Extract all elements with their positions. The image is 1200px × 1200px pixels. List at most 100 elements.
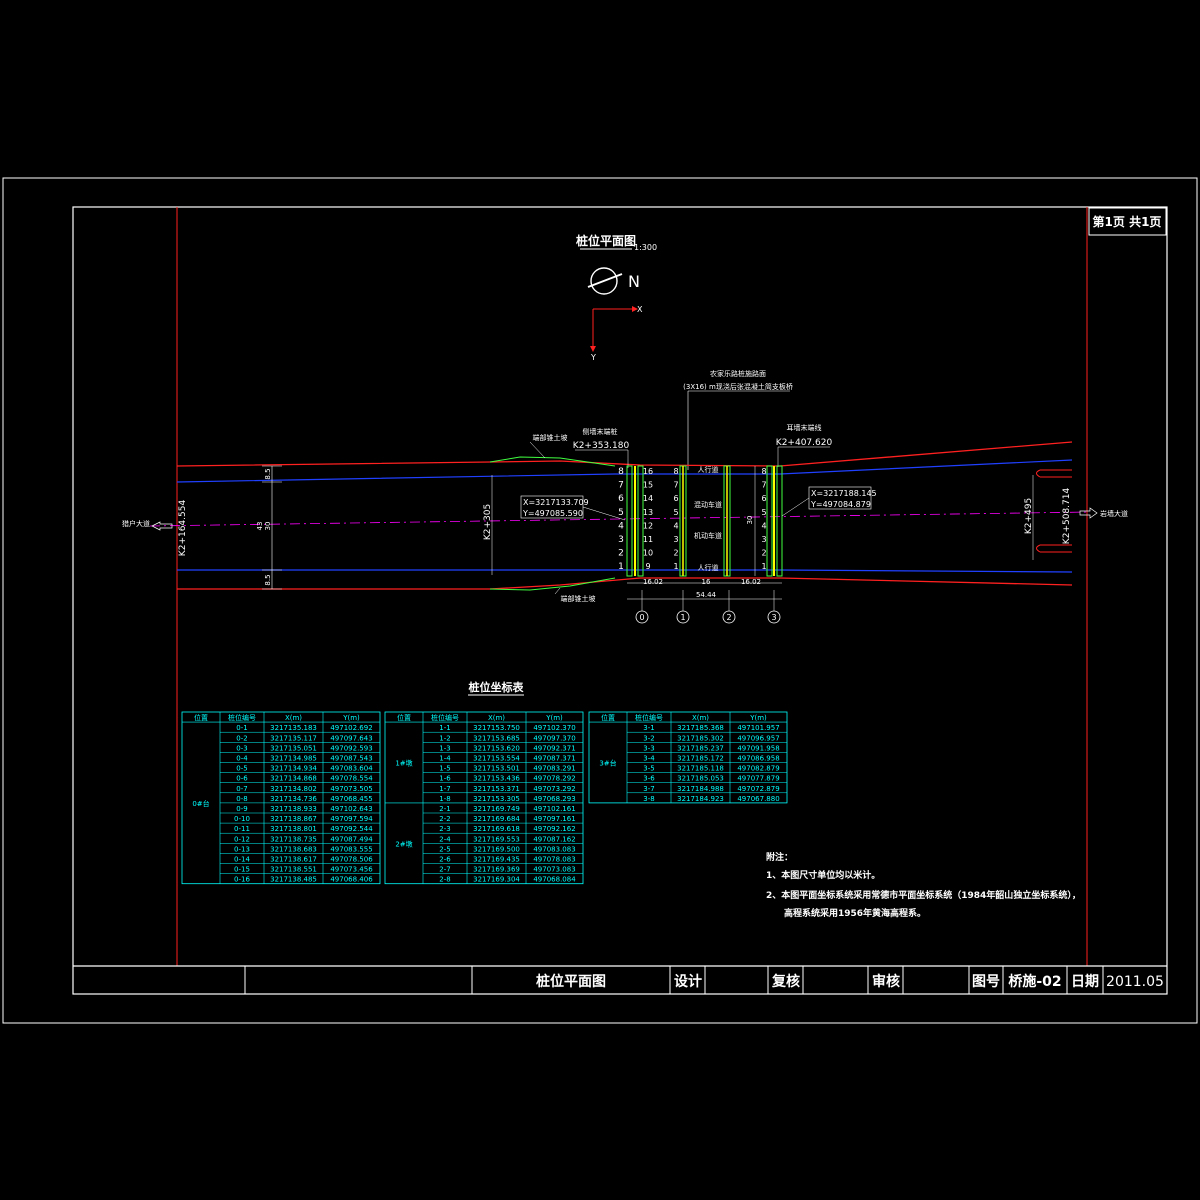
lane-bottom-label: 人行道 <box>698 563 719 572</box>
table-cell: 2-3 <box>439 825 450 833</box>
axis-x-label: X <box>637 305 643 314</box>
table-cell: 0-2 <box>236 734 247 742</box>
table-header: 桩位编号 <box>635 713 663 722</box>
axis-y-label: Y <box>590 353 596 362</box>
pile-number: 13 <box>643 508 653 517</box>
table-cell: 3217153.685 <box>473 734 520 742</box>
table-cell: 497083.555 <box>330 845 372 853</box>
table-cell: 3217138.485 <box>270 876 317 884</box>
table-cell: 0-11 <box>234 825 250 833</box>
pile-number: 1 <box>761 562 766 571</box>
pile-number: 8 <box>761 467 766 476</box>
left-abutment <box>626 465 644 577</box>
table-cell: 0-6 <box>236 775 248 783</box>
left-station: K2+164.554 <box>178 500 188 557</box>
table-cell: 3217185.368 <box>677 724 724 732</box>
left-abutment-station: K2+353.180 <box>573 441 630 451</box>
table-header: 位置 <box>397 713 411 722</box>
coord-right-leader <box>781 497 810 517</box>
pile-number: 12 <box>643 521 653 530</box>
right-dir-arrow-icon <box>1079 507 1098 519</box>
table-cell: 3217138.735 <box>270 835 317 843</box>
pile-number: 4 <box>673 521 678 530</box>
pile-number: 4 <box>618 521 624 531</box>
span-right: 16.02 <box>741 578 761 586</box>
table-cell: 3217169.500 <box>473 845 520 853</box>
dim-left-mid: 30 <box>264 522 272 531</box>
span-left: 16.02 <box>643 578 663 586</box>
table-header: X(m) <box>285 714 302 722</box>
table-cell: 497073.456 <box>330 866 373 874</box>
road-edge-bottom <box>177 577 1073 590</box>
table-cell: 3217153.436 <box>473 775 520 783</box>
table-cell: 497072.879 <box>737 785 779 793</box>
coord-right-x: X=3217188.145 <box>811 489 877 498</box>
pile-number: 8 <box>673 467 678 476</box>
table-header: 位置 <box>601 713 615 722</box>
table-cell: 0-4 <box>236 755 248 763</box>
north-label: N <box>628 272 640 291</box>
table-cell: 497092.371 <box>533 744 575 752</box>
table-group-label: 0#台 <box>192 799 209 808</box>
dim-left-top: 8.5 <box>264 468 272 479</box>
table-cell: 3217169.369 <box>473 866 520 874</box>
table-cell: 497083.291 <box>533 765 575 773</box>
pile-number: 3 <box>618 535 624 545</box>
table-cell: 3-6 <box>643 775 655 783</box>
lane-mid2-label: 机动车道 <box>694 531 722 540</box>
table-cell: 3217184.923 <box>677 795 724 803</box>
tb-review: 复核 <box>771 973 800 990</box>
table-cell: 3217138.933 <box>270 805 317 813</box>
pile-number: 2 <box>761 549 766 558</box>
pile-numbers: 8 7 6 5 4 3 2 1 16 15 14 13 12 11 10 9 8 7 6 5 4 3 2 1 8 7 6 5 4 3 2 1 <box>618 467 766 572</box>
table-cell: 0-15 <box>234 866 250 874</box>
span-total: 54.44 <box>696 591 717 599</box>
dim-left-bottom: 8.5 <box>264 574 272 585</box>
table-cell: 1-6 <box>439 775 451 783</box>
table-cell: 497083.604 <box>330 765 373 773</box>
table-cell: 3217134.802 <box>270 785 317 793</box>
pile-number: 5 <box>618 508 624 518</box>
pile-number: 2 <box>673 549 678 558</box>
table-cell: 497096.957 <box>737 734 779 742</box>
table-cell: 497102.692 <box>330 724 372 732</box>
table-cell: 497067.880 <box>737 795 779 803</box>
table-cell: 497068.084 <box>533 876 576 884</box>
table-cell: 3217134.934 <box>270 765 317 773</box>
left-abutment-label: 侧墙末端桩 <box>583 427 618 436</box>
table-cell: 1-4 <box>439 755 451 763</box>
table-cell: 0-14 <box>234 856 250 864</box>
pile-number: 16 <box>643 467 653 476</box>
table-cell: 3217138.801 <box>270 825 317 833</box>
table-cell: 497102.161 <box>533 805 575 813</box>
table-cell: 3217184.988 <box>677 785 724 793</box>
tb-date: 2011.05 <box>1106 974 1164 990</box>
table-cell: 497101.957 <box>737 724 779 732</box>
notes-line2: 2、本图平面坐标系统采用常德市平面坐标系统（1984年韶山独立坐标系统）， <box>766 889 1081 901</box>
table-cell: 497078.554 <box>330 775 373 783</box>
table-cell: 0-13 <box>234 845 250 853</box>
pier-2 <box>723 465 731 577</box>
table-cell: 497087.543 <box>330 755 372 763</box>
table-cell: 3217138.867 <box>270 815 317 823</box>
table-cell: 497092.544 <box>330 825 373 833</box>
table-cell: 1-3 <box>439 744 450 752</box>
table-cell: 3-2 <box>643 734 654 742</box>
annotation-top-line2: (3X16) m现浇后张混凝土简支板桥 <box>683 382 793 391</box>
table-cell: 0-12 <box>234 835 250 843</box>
slope-leader-bottom <box>554 587 561 595</box>
table-cell: 3217138.617 <box>270 856 317 864</box>
table-cell: 497078.292 <box>533 775 575 783</box>
left-dir-label: 猎户大道 <box>122 519 150 528</box>
table-cell: 0-5 <box>236 765 247 773</box>
table-cell: 3217153.554 <box>473 755 520 763</box>
pile-number: 1 <box>673 562 678 571</box>
table-cell: 3217153.620 <box>473 744 520 752</box>
table-cell: 3217138.551 <box>270 866 317 874</box>
table-cell: 2-4 <box>439 835 451 843</box>
table-cell: 3217169.684 <box>473 815 520 823</box>
table-cell: 3217134.985 <box>270 755 317 763</box>
pile-number: 11 <box>643 535 653 544</box>
table-cell: 497097.161 <box>533 815 575 823</box>
pile-number: 6 <box>673 494 678 503</box>
